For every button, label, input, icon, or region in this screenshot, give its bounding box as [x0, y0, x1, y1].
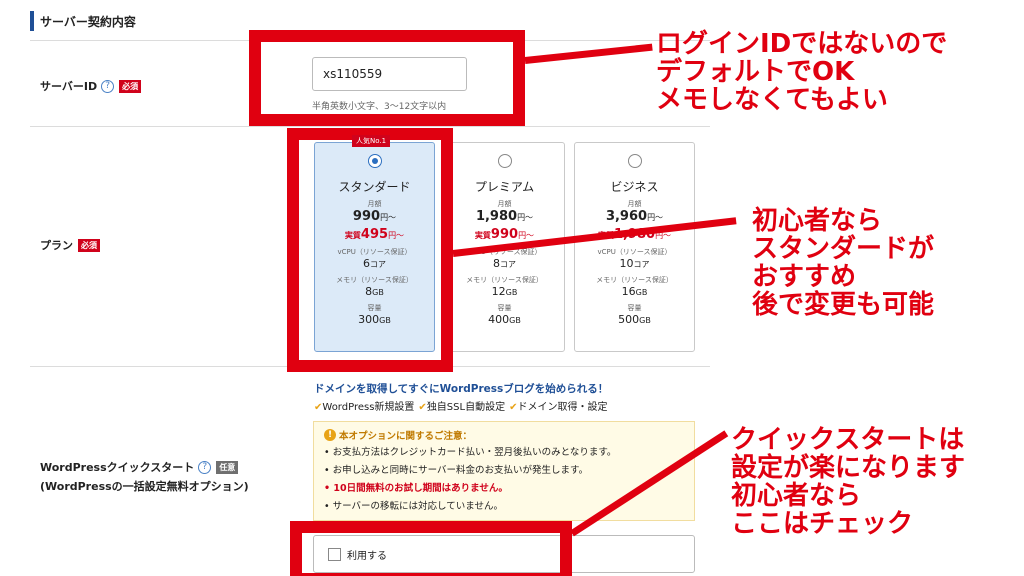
cpu-number: 8: [493, 257, 500, 270]
price-unit: 円〜: [517, 213, 534, 222]
memory-label: メモリ（リソース保証）: [466, 276, 543, 284]
memory-label: メモリ（リソース保証）: [596, 276, 673, 284]
required-badge: 必須: [119, 79, 142, 93]
annotation-text-login: ログインIDではないので デフォルトでOK メモしなくてもよい: [656, 29, 948, 115]
monthly-label: 月額: [497, 200, 512, 208]
price-unit: 円〜: [647, 213, 664, 222]
section-accent-bar: [30, 11, 34, 31]
plan-name: プレミアム: [474, 180, 535, 194]
plan-price: 1,980円〜: [445, 209, 564, 224]
wp-quick-sublabel: (WordPressの一括設定無料オプション): [40, 480, 249, 493]
feature-item: ✔WordPress新規設置: [314, 398, 414, 413]
notice-box: !本オプションに関するご注意： お支払方法はクレジットカード払い・翌月後払いのみ…: [313, 421, 695, 521]
annotation-box-server-id: [249, 30, 525, 126]
storage-label: 容量: [497, 304, 512, 312]
storage-value: 400GB: [445, 313, 564, 326]
memory-number: 16: [621, 285, 636, 298]
storage-value: 500GB: [575, 313, 694, 326]
wp-quick-label-group: WordPressクイックスタート ? 任意: [40, 459, 239, 475]
plan-radio[interactable]: [497, 154, 512, 168]
wp-features: ✔WordPress新規設置 ✔独自SSL自動設定 ✔ドメイン取得・設定: [314, 398, 607, 413]
check-icon: ✔: [418, 402, 427, 413]
cpu-value: 10コア: [575, 257, 694, 270]
storage-unit: GB: [509, 316, 521, 325]
cpu-unit: コア: [633, 260, 650, 269]
section-title: サーバー契約内容: [40, 14, 136, 29]
memory-number: 12: [491, 285, 506, 298]
section-header: サーバー契約内容: [30, 8, 136, 34]
annotation-text-plan: 初心者なら スタンダードが おすすめ 後で変更も可能: [752, 206, 935, 320]
plan-label: プラン: [40, 239, 73, 252]
server-id-label: サーバーID: [40, 80, 98, 93]
feature-label: WordPress新規設置: [322, 402, 415, 413]
annotation-line: [524, 43, 653, 64]
notice-item: お申し込みと同時にサーバー料金のお支払いが発生します。: [324, 462, 684, 480]
wp-promo-text: ドメインを取得してすぐにWordPressブログを始められる！: [314, 383, 609, 395]
warning-icon: !: [324, 429, 336, 441]
price-value: 3,960: [605, 209, 648, 224]
help-icon[interactable]: ?: [198, 460, 212, 474]
real-label: 実質: [474, 231, 491, 240]
real-price-unit: 円〜: [518, 231, 535, 240]
cpu-unit: コア: [500, 260, 516, 269]
plan-name: ビジネス: [610, 180, 659, 194]
storage-label: 容量: [627, 304, 642, 312]
monthly-label: 月額: [627, 200, 642, 208]
annotation-text-quick: クイックスタートは 設定が楽になります 初心者なら ここはチェック: [731, 425, 966, 539]
cpu-value: 8コア: [445, 257, 564, 270]
memory-value: 16GB: [575, 285, 694, 298]
notice-item: サーバーの移転には対応していません。: [324, 498, 684, 516]
annotation-box-checkbox: [290, 521, 572, 576]
feature-label: 独自SSL自動設定: [426, 402, 506, 413]
cpu-label: vCPU（リソース保証）: [597, 248, 672, 256]
plan-radio[interactable]: [627, 154, 642, 168]
annotation-box-plan: [287, 128, 453, 372]
server-id-label-group: サーバーID ? 必須: [40, 78, 142, 94]
price-value: 1,980: [475, 209, 518, 224]
optional-badge: 任意: [216, 460, 239, 474]
real-price-value: 990: [490, 227, 519, 242]
notice-title: ! 本オプションに関するご注意：: [324, 428, 684, 442]
storage-unit: GB: [639, 316, 651, 325]
plan-card-business[interactable]: ビジネス 月額 3,960円〜 実質1,980円〜 vCPU（リソース保証） 1…: [574, 142, 695, 352]
plan-price: 3,960円〜: [575, 209, 694, 224]
feature-item: ✔ドメイン取得・設定: [509, 398, 607, 413]
memory-value: 12GB: [445, 285, 564, 298]
memory-unit: GB: [505, 288, 518, 297]
help-icon[interactable]: ?: [101, 79, 115, 93]
notice-list: お支払方法はクレジットカード払い・翌月後払いのみとなります。 お申し込みと同時に…: [324, 444, 684, 516]
storage-number: 500: [618, 313, 640, 326]
notice-title-text: 本オプションに関するご注意：: [339, 431, 473, 442]
wp-quick-label: WordPressクイックスタート: [40, 461, 195, 474]
feature-item: ✔独自SSL自動設定: [418, 398, 505, 413]
popular-badge: 人気No.1: [352, 135, 391, 147]
storage-number: 400: [488, 313, 510, 326]
required-badge: 必須: [78, 238, 100, 252]
divider: [30, 126, 710, 127]
feature-label: ドメイン取得・設定: [517, 402, 608, 413]
plan-label-group: プラン 必須: [40, 237, 100, 253]
memory-unit: GB: [635, 288, 648, 297]
cpu-number: 10: [619, 257, 634, 270]
notice-item: お支払方法はクレジットカード払い・翌月後払いのみとなります。: [324, 444, 684, 462]
